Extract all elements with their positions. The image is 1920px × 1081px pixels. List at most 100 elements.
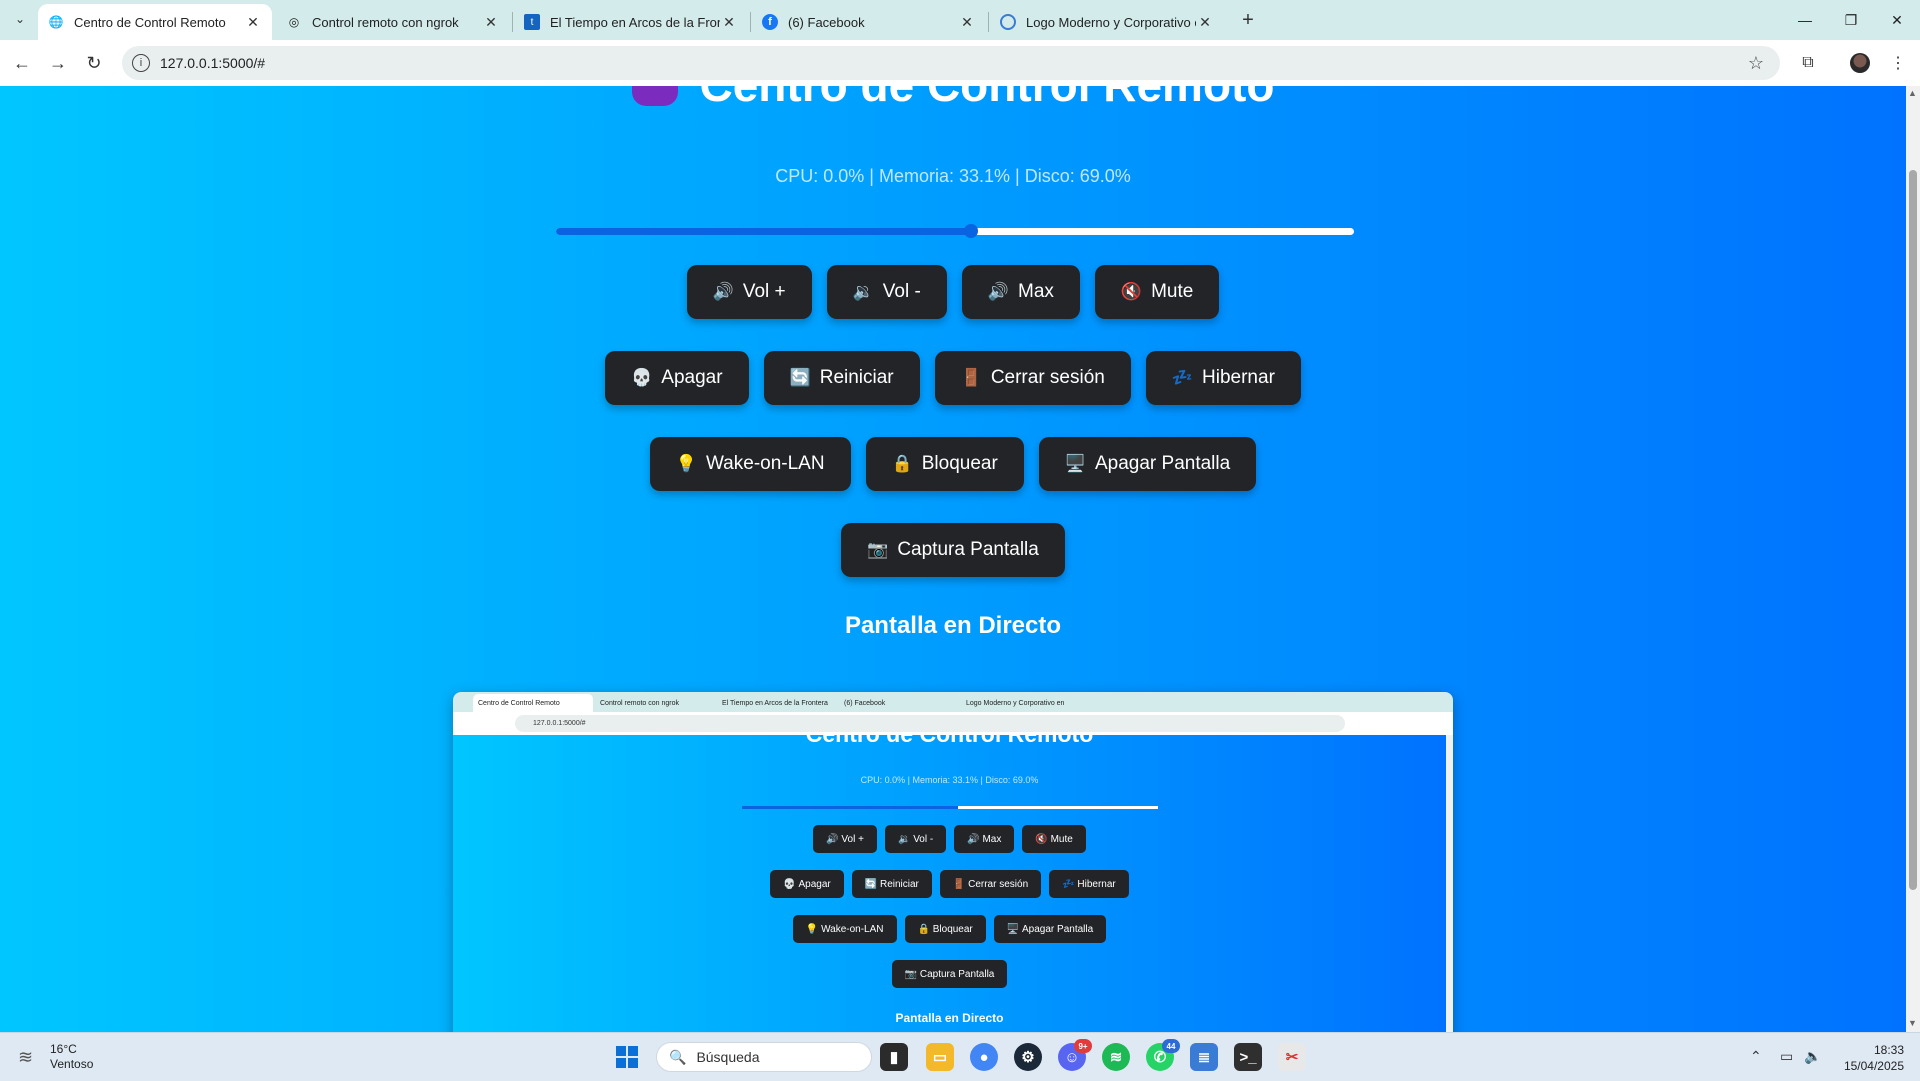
tab-title: Logo Moderno y Corporativo en: [1026, 14, 1196, 30]
system-stats: CPU: 0.0% | Memoria: 33.1% | Disco: 69.0…: [775, 166, 1131, 186]
preview-tab: Logo Moderno y Corporativo en: [966, 699, 1065, 707]
preview-button: 🔊 Vol +: [813, 825, 877, 853]
new-tab-icon[interactable]: +: [1234, 6, 1262, 34]
preview-button: 🔉 Vol -: [884, 825, 947, 853]
wind-icon[interactable]: ≋: [18, 1047, 33, 1068]
profile-avatar[interactable]: [1850, 53, 1870, 73]
notepad-icon[interactable]: ≣: [1190, 1043, 1218, 1071]
mute-button[interactable]: 🔇 Mute: [1094, 265, 1220, 319]
wake-on-lan-button[interactable]: 💡 Wake-on-LAN: [649, 437, 851, 491]
preview-button-label: Max: [982, 833, 1002, 845]
network-icon[interactable]: ▭: [1780, 1048, 1793, 1065]
preview-tab: Centro de Control Remoto: [473, 694, 593, 712]
discord-badge: 9+: [1074, 1039, 1092, 1053]
restart-button[interactable]: 🔄 Reiniciar: [763, 351, 920, 405]
preview-slider-fill: [742, 806, 959, 809]
menu-kebab-icon[interactable]: ⋮: [1884, 49, 1912, 77]
lock-icon: 🔒: [891, 454, 913, 473]
reload-icon[interactable]: ↻: [80, 49, 108, 77]
volume-slider-handle[interactable]: [963, 224, 978, 238]
file-explorer-icon[interactable]: ▭: [926, 1043, 954, 1071]
button-row-volume: 🔊 Vol + 🔉 Vol - 🔊 Max 🔇 Mute: [0, 265, 1906, 319]
preview-button-icon: 🔊: [967, 833, 983, 845]
tab-el-tiempo[interactable]: t El Tiempo en Arcos de la Frontera ✕: [514, 4, 748, 40]
tab-close-icon[interactable]: ✕: [1196, 14, 1214, 31]
volume-slider[interactable]: [556, 224, 1354, 238]
bookmark-star-icon[interactable]: ☆: [1748, 53, 1764, 74]
terminal-icon[interactable]: >_: [1234, 1043, 1262, 1071]
screen-off-button[interactable]: 🖥️ Apagar Pantalla: [1038, 437, 1257, 491]
scrollbar-thumb[interactable]: [1909, 170, 1917, 890]
globe-icon: 🌐: [48, 15, 64, 29]
tab-search-icon[interactable]: ⌄: [8, 7, 32, 31]
preview-viewport: Centro de Control Remoto CPU: 0.0% | Mem…: [453, 735, 1446, 1032]
live-screen-preview: Centro de Control Remoto Control remoto …: [453, 692, 1453, 1032]
mute-icon: 🔇: [1120, 282, 1143, 301]
spotify-icon[interactable]: ≋: [1102, 1043, 1130, 1071]
chrome-icon[interactable]: ●: [970, 1043, 998, 1071]
preview-toolbar: 127.0.0.1:5000/#: [453, 712, 1453, 735]
scroll-up-icon[interactable]: ▲: [1908, 88, 1917, 98]
snipping-tool-icon[interactable]: ✂: [1278, 1043, 1306, 1071]
lightbulb-icon: 💡: [675, 454, 697, 473]
tab-close-icon[interactable]: ✕: [244, 14, 262, 31]
preview-button-label: Vol -: [913, 833, 934, 845]
start-button[interactable]: [616, 1046, 638, 1068]
preview-address-bar: 127.0.0.1:5000/#: [515, 715, 1345, 732]
facebook-icon: f: [762, 14, 778, 30]
tab-close-icon[interactable]: ✕: [482, 14, 500, 31]
extensions-icon[interactable]: ⧉: [1794, 49, 1822, 77]
address-bar[interactable]: i 127.0.0.1:5000/# ☆: [122, 46, 1780, 80]
live-screen-title: Pantalla en Directo: [844, 612, 1062, 639]
taskbar-search[interactable]: 🔍 Búsqueda: [656, 1042, 872, 1072]
volume-icon[interactable]: 🔈: [1804, 1048, 1821, 1065]
browser-toolbar: ← → ↻ i 127.0.0.1:5000/# ☆ ⧉ ⋮: [0, 40, 1920, 86]
gamepad-icon: [631, 86, 678, 106]
discord-icon[interactable]: ☺ 9+: [1058, 1039, 1092, 1071]
button-row-power: 💀 Apagar 🔄 Reiniciar 🚪 Cerrar sesión 💤 Hiber…: [0, 351, 1906, 405]
preview-slider: [742, 806, 1158, 809]
clock-date: 15/04/2025: [1843, 1059, 1904, 1073]
close-window-icon[interactable]: ✕: [1874, 0, 1920, 40]
site-info-icon[interactable]: i: [132, 54, 150, 72]
tab-close-icon[interactable]: ✕: [958, 14, 976, 31]
weather-widget[interactable]: 16°C Ventoso: [50, 1042, 93, 1072]
tab-close-icon[interactable]: ✕: [720, 14, 738, 31]
preview-button-icon: 🔒: [917, 923, 933, 935]
address-url: 127.0.0.1:5000/#: [160, 55, 266, 71]
preview-button-icon: 🔄: [864, 878, 880, 890]
hibernate-button[interactable]: 💤 Hibernar: [1145, 351, 1301, 405]
preview-button-icon: 🖥️: [1006, 923, 1022, 935]
system-clock[interactable]: 18:33 15/04/2025: [1830, 1042, 1904, 1074]
preview-stats: CPU: 0.0% | Memoria: 33.1% | Disco: 69.0…: [860, 775, 1039, 785]
lock-button[interactable]: 🔒 Bloquear: [865, 437, 1024, 491]
restore-icon[interactable]: ❐: [1828, 0, 1874, 40]
forward-icon[interactable]: →: [44, 49, 72, 77]
whatsapp-badge: 44: [1162, 1039, 1180, 1053]
scroll-down-icon[interactable]: ▼: [1908, 1018, 1917, 1028]
tab-title: Centro de Control Remoto: [74, 14, 226, 30]
minimize-icon[interactable]: —: [1782, 0, 1828, 40]
tab-centro-control[interactable]: 🌐 Centro de Control Remoto ✕: [38, 4, 272, 40]
tray-chevron-icon[interactable]: ⌃: [1750, 1048, 1762, 1065]
logout-button[interactable]: 🚪 Cerrar sesión: [934, 351, 1131, 405]
task-view-icon[interactable]: ▮: [880, 1043, 908, 1071]
page-scrollbar[interactable]: ▲ ▼: [1906, 86, 1920, 1032]
vol-down-button[interactable]: 🔉 Vol -: [826, 265, 947, 319]
tab-logo-moderno[interactable]: Logo Moderno y Corporativo en ✕: [990, 4, 1224, 40]
back-icon[interactable]: ←: [8, 49, 36, 77]
preview-button: 🔄 Reiniciar: [851, 870, 932, 898]
steam-icon[interactable]: ⚙: [1014, 1043, 1042, 1071]
vol-max-button[interactable]: 🔊 Max: [961, 265, 1080, 319]
tab-ngrok[interactable]: ◎ Control remoto con ngrok ✕: [276, 4, 510, 40]
vol-up-button[interactable]: 🔊 Vol +: [686, 265, 812, 319]
sleep-icon: 💤: [1171, 368, 1194, 387]
shutdown-button[interactable]: 💀 Apagar: [605, 351, 749, 405]
button-label: Captura Pantalla: [897, 539, 1039, 560]
tab-title: (6) Facebook: [788, 14, 865, 30]
button-label: Apagar Pantalla: [1094, 453, 1231, 474]
tab-facebook[interactable]: f (6) Facebook ✕: [752, 4, 986, 40]
screenshot-button[interactable]: 📷 Captura Pantalla: [841, 523, 1065, 577]
whatsapp-icon[interactable]: ✆ 44: [1146, 1039, 1180, 1071]
preview-row: 📷 Captura Pantalla: [453, 960, 1446, 988]
